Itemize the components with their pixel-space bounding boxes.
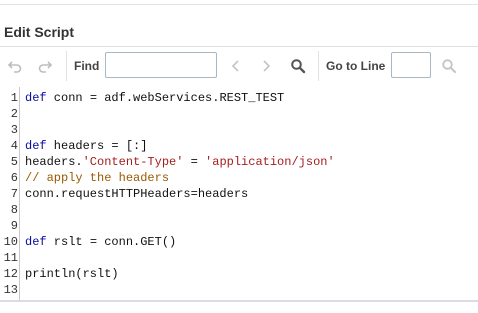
editor-toolbar: Find Go to Line	[0, 46, 478, 86]
keyword-token: def	[25, 91, 47, 105]
line-number: 13	[3, 283, 18, 297]
toolbar-separator	[66, 51, 67, 81]
line-number: 5	[10, 155, 18, 169]
line-number: 9	[10, 219, 18, 233]
comment-token: // apply the headers	[25, 171, 170, 185]
code-token: conn.requestHTTPHeaders=headers	[25, 187, 249, 201]
goto-search-icon[interactable]	[441, 58, 457, 74]
code-token: headers.	[25, 155, 83, 169]
code-line[interactable]: conn.requestHTTPHeaders=headers	[25, 186, 248, 202]
keyword-token: def	[25, 235, 47, 249]
bottom-divider	[0, 300, 478, 302]
line-number: 3	[10, 123, 18, 137]
code-token: rslt = conn.GET()	[46, 235, 177, 249]
line-number: 7	[10, 187, 18, 201]
chevron-right-icon[interactable]	[258, 58, 274, 74]
line-number: 1	[10, 91, 18, 105]
string-token: 'Content-Type'	[82, 155, 184, 169]
line-number: 8	[10, 203, 18, 217]
line-number: 11	[3, 251, 18, 265]
code-line[interactable]: def conn = adf.webServices.REST_TEST	[25, 90, 284, 106]
find-label: Find	[74, 59, 100, 73]
code-line[interactable]: // apply the headers	[25, 170, 169, 186]
code-line[interactable]: def headers = [:]	[25, 138, 147, 154]
undo-icon[interactable]	[7, 58, 23, 74]
line-number: 4	[10, 139, 18, 153]
line-number: 10	[3, 235, 18, 249]
code-token: conn = adf.webServices.REST_TEST	[46, 91, 285, 105]
code-token: =	[183, 155, 206, 169]
line-number: 12	[3, 267, 18, 281]
line-number: 2	[10, 107, 18, 121]
code-line[interactable]: headers.'Content-Type' = 'application/js…	[25, 154, 335, 170]
search-icon[interactable]	[290, 58, 306, 74]
line-number-gutter: 1 2 3 4 5 6 7 8 9 10 11 12 13	[0, 87, 20, 300]
chevron-left-icon[interactable]	[228, 58, 244, 74]
panel-title: Edit Script	[4, 24, 75, 40]
code-token: headers = [:]	[46, 139, 148, 153]
top-divider	[0, 4, 478, 5]
code-editor[interactable]: 1 2 3 4 5 6 7 8 9 10 11 12 13 def conn = adf.webServ…	[0, 85, 478, 300]
code-line[interactable]: println(rslt)	[25, 266, 119, 282]
find-input[interactable]	[105, 52, 217, 78]
string-token: 'application/json'	[205, 155, 335, 169]
code-line[interactable]: def rslt = conn.GET()	[25, 234, 176, 250]
toolbar-separator	[318, 51, 319, 81]
redo-icon[interactable]	[37, 58, 53, 74]
goto-line-label: Go to Line	[326, 59, 386, 73]
goto-line-input[interactable]	[391, 52, 431, 78]
code-token: println(rslt)	[25, 267, 119, 281]
keyword-token: def	[25, 139, 47, 153]
line-number: 6	[10, 171, 18, 185]
